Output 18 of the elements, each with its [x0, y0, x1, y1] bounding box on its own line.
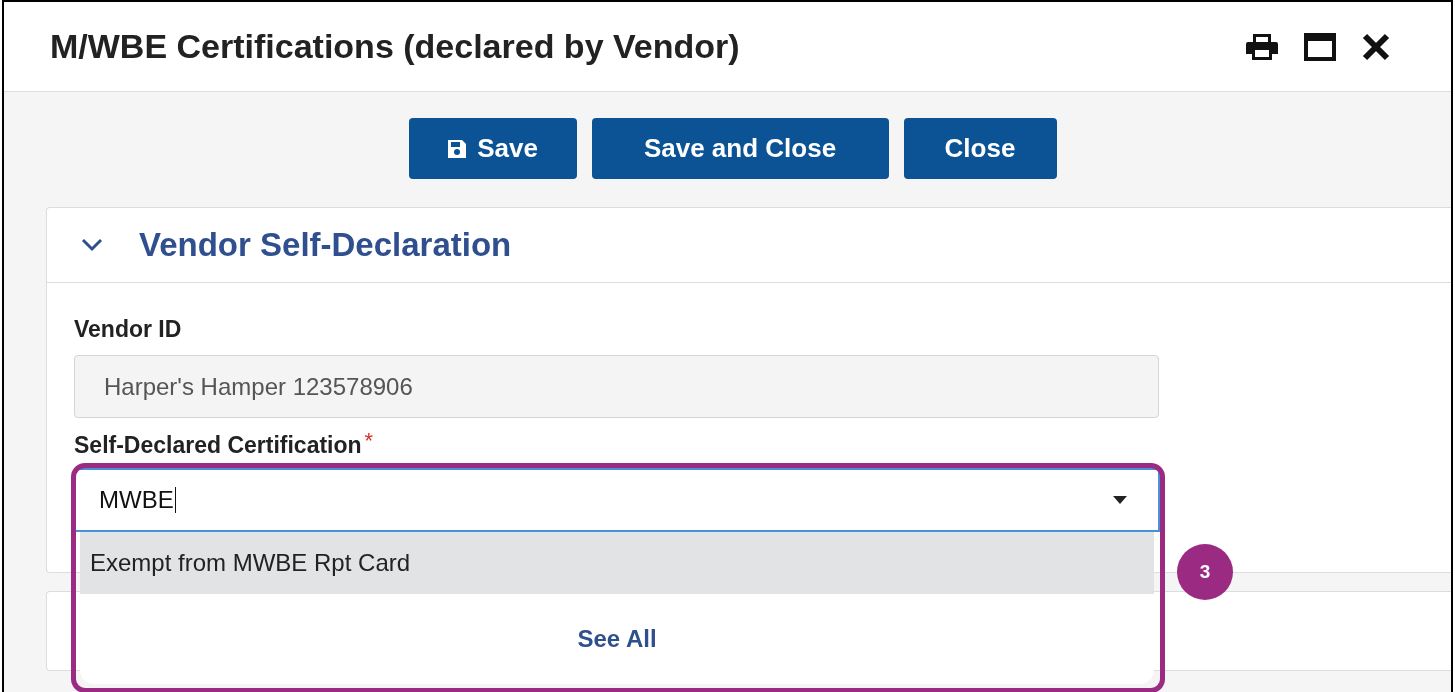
maximize-icon[interactable]: [1303, 31, 1337, 62]
required-mark: *: [364, 430, 374, 452]
toolbar-button[interactable]: Close: [903, 118, 1057, 179]
field-label: Self-Declared Certification: [74, 431, 362, 460]
close-icon[interactable]: [1361, 31, 1391, 62]
certification-combobox[interactable]: MWBE: [74, 468, 1160, 532]
window-title: M/WBE Certifications (declared by Vendor): [50, 26, 740, 67]
caret-icon[interactable]: [1112, 495, 1128, 505]
chevron-icon[interactable]: [81, 238, 103, 252]
dropdown-option[interactable]: Exempt from MWBE Rpt Card: [80, 532, 1154, 594]
step-badge: 3: [1177, 544, 1233, 600]
section-title: Vendor Self-Declaration: [139, 225, 512, 266]
see-all-link[interactable]: See All: [577, 621, 657, 657]
field-label: Vendor ID: [74, 315, 183, 344]
toolbar-button[interactable]: Save and Close: [591, 118, 889, 179]
combobox-value: MWBE: [99, 485, 174, 515]
print-icon[interactable]: [1245, 31, 1279, 62]
toolbar-button[interactable]: Save: [408, 118, 577, 179]
